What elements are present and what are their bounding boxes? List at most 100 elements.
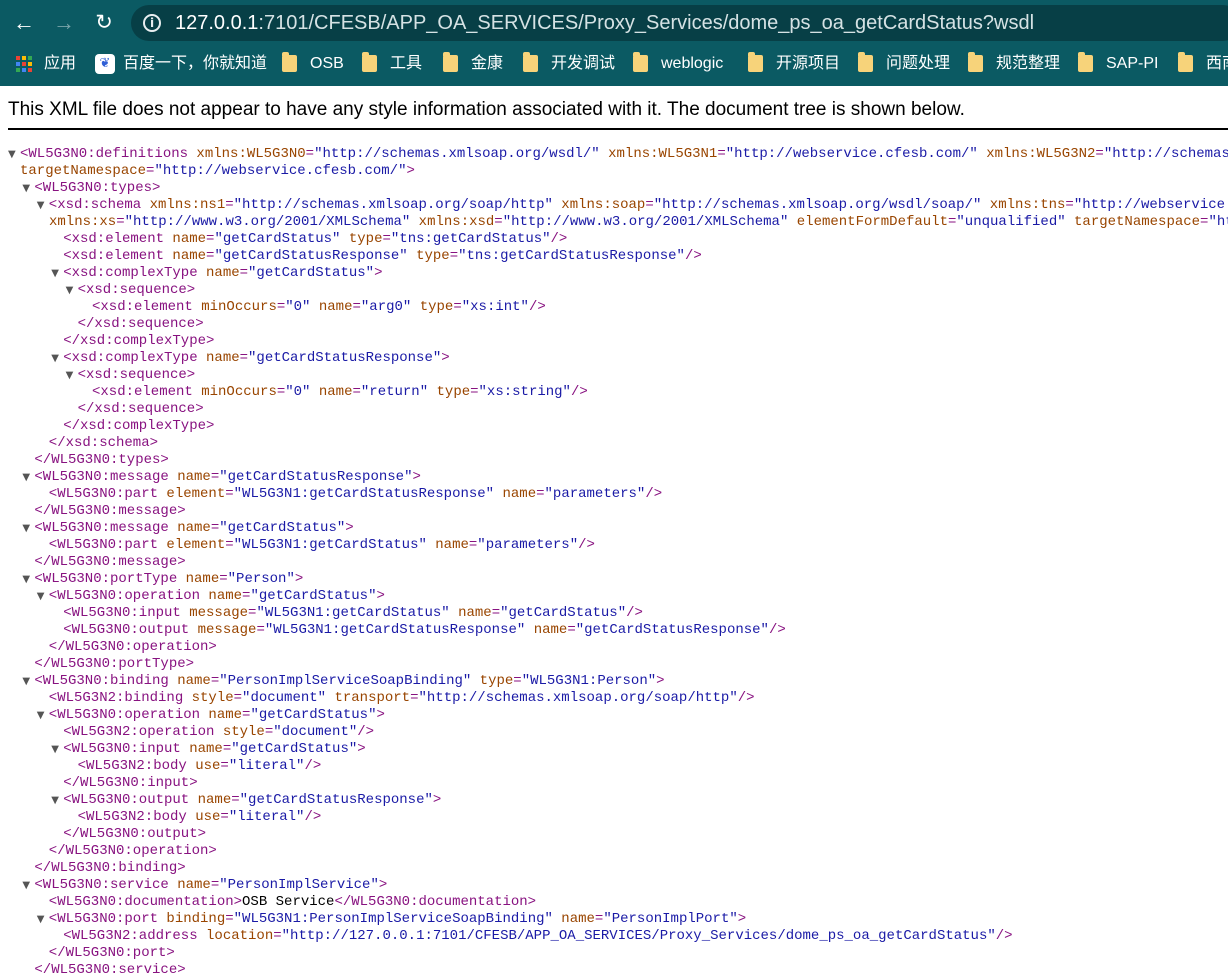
xml-line: </xsd:schema> xyxy=(0,435,1228,452)
xml-line-text: <WL5G3N0:types> xyxy=(34,180,161,196)
xml-line: <WL5G3N0:output message="WL5G3N1:getCard… xyxy=(0,622,1228,639)
xml-line-text: <WL5G3N0:definitions xmlns:WL5G3N0="http… xyxy=(20,146,1228,162)
xml-line: <WL5G3N2:operation style="document"/> xyxy=(0,724,1228,741)
collapse-toggle-icon[interactable]: ▼ xyxy=(51,350,59,367)
xml-line: </xsd:complexType> xyxy=(0,333,1228,350)
collapse-toggle-icon[interactable]: ▼ xyxy=(22,877,30,894)
xml-line-text: <WL5G3N0:operation name="getCardStatus"> xyxy=(48,707,385,723)
xml-line: <WL5G3N0:part element="WL5G3N1:getCardSt… xyxy=(0,537,1228,554)
xml-line: <xsd:element minOccurs="0" name="arg0" t… xyxy=(0,299,1228,316)
xml-line-text: <xsd:element minOccurs="0" name="arg0" t… xyxy=(92,299,546,315)
collapse-toggle-icon[interactable]: ▼ xyxy=(22,469,30,486)
collapse-toggle-icon[interactable]: ▼ xyxy=(22,673,30,690)
xml-line: </WL5G3N0:message> xyxy=(0,554,1228,571)
xml-line-text: </WL5G3N0:portType> xyxy=(34,656,195,672)
address-url: 127.0.0.1:7101/CFESB/APP_OA_SERVICES/Pro… xyxy=(175,5,1034,41)
collapse-toggle-icon[interactable]: ▼ xyxy=(51,741,59,758)
xml-line: </WL5G3N0:message> xyxy=(0,503,1228,520)
bookmark-label: 工具 xyxy=(390,55,423,72)
xml-line: </WL5G3N0:types> xyxy=(0,452,1228,469)
collapse-toggle-icon[interactable]: ▼ xyxy=(22,520,30,537)
collapse-toggle-icon[interactable]: ▼ xyxy=(37,707,45,724)
xml-line: <WL5G3N2:body use="literal"/> xyxy=(0,809,1228,826)
xml-line: ▼ <xsd:complexType name="getCardStatusRes… xyxy=(0,350,1228,367)
xml-line: <xsd:element name="getCardStatusResponse… xyxy=(0,248,1228,265)
bookmark-label: 金康 xyxy=(471,55,504,72)
xml-line: targetNamespace="http://webservice.cfesb… xyxy=(0,163,1228,180)
bookmark-label: 问题处理 xyxy=(886,55,951,72)
xml-line-text: <xsd:sequence> xyxy=(77,282,196,298)
xml-line-text: <xsd:sequence> xyxy=(77,367,196,383)
xml-line-text: <WL5G3N0:input message="WL5G3N1:getCardS… xyxy=(63,605,643,621)
xml-line-text: <WL5G3N0:part element="WL5G3N1:getCardSt… xyxy=(48,486,663,502)
folder-icon xyxy=(858,52,873,72)
bookmark-label: 规范整理 xyxy=(996,55,1061,72)
xml-line-text: </WL5G3N0:operation> xyxy=(48,843,217,859)
xml-line: <WL5G3N2:address location="http://127.0.… xyxy=(0,928,1228,945)
xml-line: </WL5G3N0:service> xyxy=(0,962,1228,973)
xml-line-text: <WL5G3N0:part element="WL5G3N1:getCardSt… xyxy=(48,537,595,553)
xml-line-text: <WL5G3N0:service name="PersonImplService… xyxy=(34,877,388,893)
xml-line-text: <WL5G3N0:output message="WL5G3N1:getCard… xyxy=(63,622,786,638)
xml-line: <WL5G3N0:input message="WL5G3N1:getCardS… xyxy=(0,605,1228,622)
xml-line-text: <xsd:element name="getCardStatus" type="… xyxy=(63,231,568,247)
xml-line-text: <WL5G3N0:port binding="WL5G3N1:PersonImp… xyxy=(48,911,747,927)
xml-line: </WL5G3N0:output> xyxy=(0,826,1228,843)
xml-line: </WL5G3N0:operation> xyxy=(0,639,1228,656)
xml-line: ▼ <WL5G3N0:types> xyxy=(0,180,1228,197)
xml-line: ▼ <WL5G3N0:operation name="getCardStatus"… xyxy=(0,588,1228,605)
collapse-toggle-icon[interactable]: ▼ xyxy=(51,792,59,809)
xml-line-text: <WL5G3N0:portType name="Person"> xyxy=(34,571,304,587)
folder-icon xyxy=(1178,52,1193,72)
xml-line: </WL5G3N0:input> xyxy=(0,775,1228,792)
xml-line-text: </WL5G3N0:output> xyxy=(63,826,207,842)
xml-line: ▼ <WL5G3N0:operation name="getCardStatus"… xyxy=(0,707,1228,724)
xml-line: ▼ <WL5G3N0:portType name="Person"> xyxy=(0,571,1228,588)
back-arrow-icon[interactable]: ← xyxy=(9,8,39,38)
xml-line: <WL5G3N2:body use="literal"/> xyxy=(0,758,1228,775)
xml-line: ▼ <xsd:sequence> xyxy=(0,282,1228,299)
bookmark-label: 应用 xyxy=(44,55,77,72)
xml-document-tree: ▼ <WL5G3N0:definitions xmlns:WL5G3N0="htt… xyxy=(0,146,1228,973)
site-info-icon[interactable]: i xyxy=(143,14,161,32)
collapse-toggle-icon[interactable]: ▼ xyxy=(37,588,45,605)
folder-icon xyxy=(523,52,538,72)
xml-line-text: <WL5G3N0:output name="getCardStatusRespo… xyxy=(63,792,442,808)
xml-line-text: <WL5G3N2:binding style="document" transp… xyxy=(48,690,755,706)
folder-icon xyxy=(633,52,648,72)
reload-icon[interactable]: ↻ xyxy=(89,8,119,38)
xml-line-text: </WL5G3N0:service> xyxy=(34,962,186,973)
baidu-paw-icon: ❦ xyxy=(95,54,115,74)
collapse-toggle-icon[interactable]: ▼ xyxy=(51,265,59,282)
xml-line: <xsd:element name="getCardStatus" type="… xyxy=(0,231,1228,248)
xml-line: ▼ <xsd:schema xmlns:ns1="http://schemas.x… xyxy=(0,197,1228,214)
bookmark-label: OSB xyxy=(310,55,344,72)
xml-line: ▼ <WL5G3N0:input name="getCardStatus"> xyxy=(0,741,1228,758)
collapse-toggle-icon[interactable]: ▼ xyxy=(37,197,45,214)
xml-line-text: </WL5G3N0:input> xyxy=(63,775,198,791)
browser-toolbar: ← → ↻ i 127.0.0.1:7101/CFESB/APP_OA_SERV… xyxy=(0,0,1228,86)
xml-line-text: xmlns:xs="http://www.w3.org/2001/XMLSche… xyxy=(49,214,1228,230)
xml-line: ▼ <WL5G3N0:message name="getCardStatusRes… xyxy=(0,469,1228,486)
forward-arrow-icon[interactable]: → xyxy=(49,8,79,38)
xml-line-text: <xsd:element name="getCardStatusResponse… xyxy=(63,248,702,264)
collapse-toggle-icon[interactable]: ▼ xyxy=(22,180,30,197)
collapse-toggle-icon[interactable]: ▼ xyxy=(66,367,74,384)
xml-line: ▼ <WL5G3N0:port binding="WL5G3N1:PersonIm… xyxy=(0,911,1228,928)
collapse-toggle-icon[interactable]: ▼ xyxy=(37,911,45,928)
xml-line-text: <WL5G3N0:operation name="getCardStatus"> xyxy=(48,588,385,604)
xml-line: </WL5G3N0:portType> xyxy=(0,656,1228,673)
xml-line-text: <WL5G3N2:body use="literal"/> xyxy=(77,758,322,774)
xml-line-text: <WL5G3N0:documentation>OSB Service</WL5G… xyxy=(48,894,537,910)
xml-line: ▼ <WL5G3N0:output name="getCardStatusResp… xyxy=(0,792,1228,809)
xml-line: </xsd:complexType> xyxy=(0,418,1228,435)
xml-line-text: </xsd:schema> xyxy=(48,435,159,451)
xml-line-text: </xsd:complexType> xyxy=(63,418,215,434)
xml-line: </WL5G3N0:binding> xyxy=(0,860,1228,877)
xml-line-text: <xsd:complexType name="getCardStatusResp… xyxy=(63,350,450,366)
address-bar[interactable]: i 127.0.0.1:7101/CFESB/APP_OA_SERVICES/P… xyxy=(131,5,1228,41)
collapse-toggle-icon[interactable]: ▼ xyxy=(66,282,74,299)
collapse-toggle-icon[interactable]: ▼ xyxy=(8,146,16,163)
collapse-toggle-icon[interactable]: ▼ xyxy=(22,571,30,588)
folder-icon xyxy=(748,52,763,72)
